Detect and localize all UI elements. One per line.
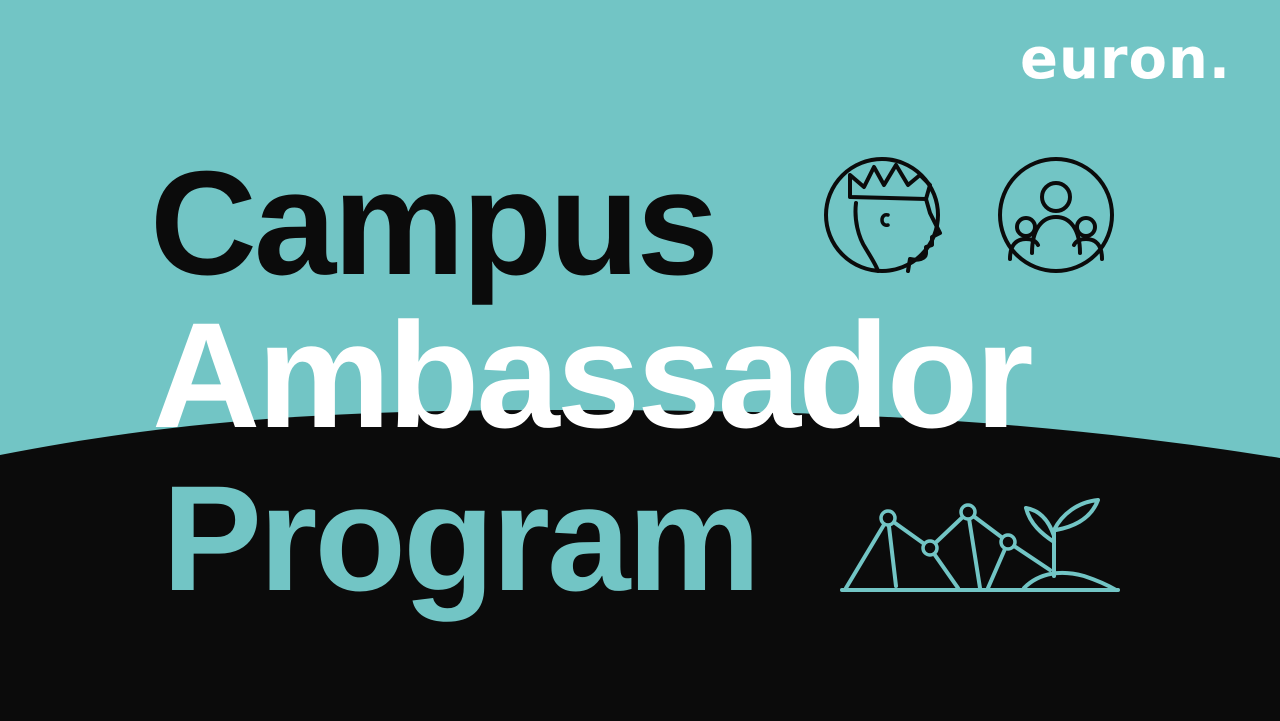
growth-network-icon <box>840 498 1120 592</box>
title-line-campus: Campus <box>150 141 719 306</box>
community-icon <box>998 157 1114 273</box>
king-head-icon <box>824 157 942 273</box>
euron-logo: euron. <box>1020 27 1232 92</box>
title-line-program: Program <box>162 454 761 622</box>
title-line-ambassador: Ambassador <box>152 291 1034 459</box>
